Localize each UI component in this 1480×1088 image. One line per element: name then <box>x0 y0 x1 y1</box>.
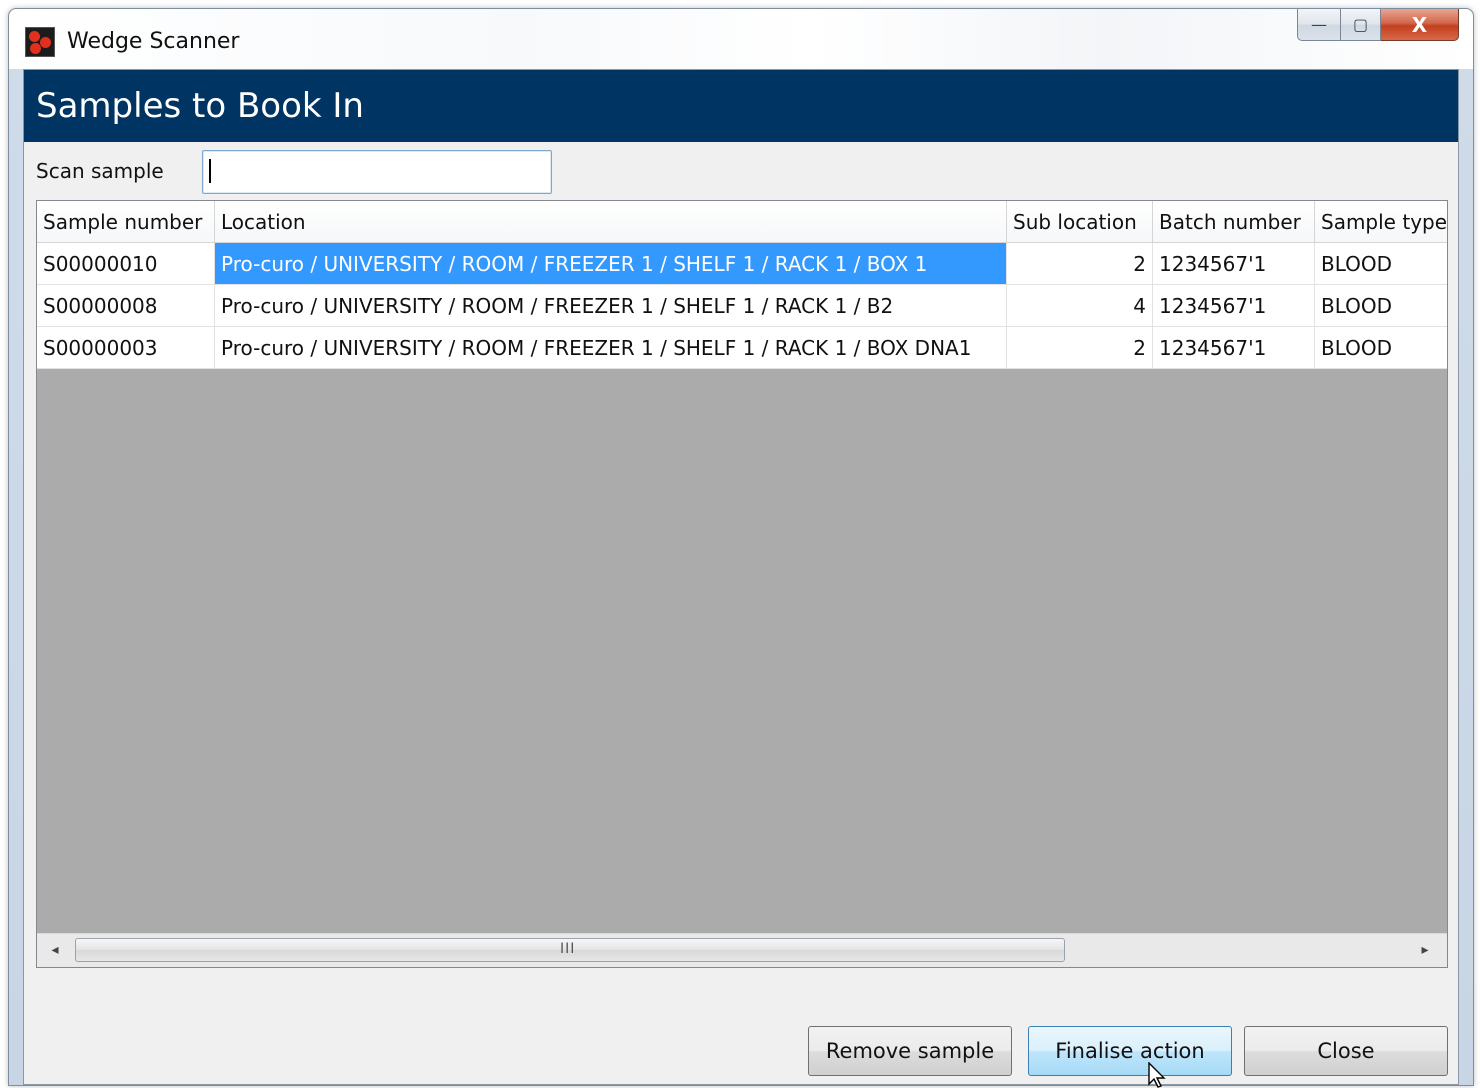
table-row[interactable]: S00000003 Pro-curo / UNIVERSITY / ROOM /… <box>37 327 1447 369</box>
title-bar[interactable]: Wedge Scanner — ▢ X <box>9 9 1473 69</box>
table-row[interactable]: S00000010 Pro-curo / UNIVERSITY / ROOM /… <box>37 243 1447 285</box>
cell-batch-number[interactable]: 1234567'1 <box>1153 327 1315 369</box>
column-header-batch-number[interactable]: Batch number <box>1153 201 1315 243</box>
table-body: S00000010 Pro-curo / UNIVERSITY / ROOM /… <box>37 243 1447 369</box>
cell-batch-number[interactable]: 1234567'1 <box>1153 285 1315 327</box>
scan-sample-input[interactable] <box>202 150 552 194</box>
header-band: Samples to Book In <box>24 70 1458 142</box>
close-button[interactable]: Close <box>1244 1026 1448 1076</box>
column-header-sub-location[interactable]: Sub location <box>1007 201 1153 243</box>
cell-batch-number[interactable]: 1234567'1 <box>1153 243 1315 285</box>
samples-table[interactable]: Sample number Location Sub location Batc… <box>36 200 1448 968</box>
dialog-content: Samples to Book In Scan sample Sample nu… <box>23 69 1459 1085</box>
cell-sample-type[interactable]: BLOOD <box>1315 285 1447 327</box>
cell-sample-type[interactable]: BLOOD <box>1315 327 1447 369</box>
horizontal-scrollbar[interactable]: ◂ III ▸ <box>37 933 1447 967</box>
scrollbar-thumb[interactable]: III <box>75 938 1065 962</box>
close-icon: X <box>1411 12 1428 37</box>
scroll-left-icon[interactable]: ◂ <box>45 940 65 960</box>
column-header-sample-type[interactable]: Sample type <box>1315 201 1447 243</box>
cell-sub-location[interactable]: 4 <box>1007 285 1153 327</box>
mouse-cursor-icon <box>1148 1062 1166 1088</box>
maximize-button[interactable]: ▢ <box>1341 9 1381 41</box>
app-icon <box>25 27 55 57</box>
table-header: Sample number Location Sub location Batc… <box>37 201 1447 243</box>
grip-icon: III <box>560 941 576 957</box>
scan-sample-label: Scan sample <box>36 159 164 183</box>
finalise-action-button[interactable]: Finalise action <box>1028 1026 1232 1076</box>
table-row[interactable]: S00000008 Pro-curo / UNIVERSITY / ROOM /… <box>37 285 1447 327</box>
window-controls: — ▢ X <box>1297 9 1459 49</box>
cell-sub-location[interactable]: 2 <box>1007 243 1153 285</box>
column-header-sample-number[interactable]: Sample number <box>37 201 215 243</box>
remove-sample-button[interactable]: Remove sample <box>808 1026 1012 1076</box>
text-caret <box>209 159 211 183</box>
cell-sample-number[interactable]: S00000008 <box>37 285 215 327</box>
cell-location[interactable]: Pro-curo / UNIVERSITY / ROOM / FREEZER 1… <box>215 327 1007 369</box>
column-header-location[interactable]: Location <box>215 201 1007 243</box>
minimize-icon: — <box>1311 15 1327 34</box>
page-title: Samples to Book In <box>36 86 364 126</box>
cell-sub-location[interactable]: 2 <box>1007 327 1153 369</box>
maximize-icon: ▢ <box>1352 15 1369 34</box>
cell-sample-number[interactable]: S00000010 <box>37 243 215 285</box>
cell-location[interactable]: Pro-curo / UNIVERSITY / ROOM / FREEZER 1… <box>215 243 1007 285</box>
scroll-right-icon[interactable]: ▸ <box>1415 940 1435 960</box>
close-window-button[interactable]: X <box>1381 9 1459 41</box>
app-window: Wedge Scanner — ▢ X Samples to Book In S… <box>8 8 1474 1086</box>
minimize-button[interactable]: — <box>1297 9 1341 41</box>
cell-sample-number[interactable]: S00000003 <box>37 327 215 369</box>
window-title: Wedge Scanner <box>67 29 240 54</box>
cell-sample-type[interactable]: BLOOD <box>1315 243 1447 285</box>
cell-location[interactable]: Pro-curo / UNIVERSITY / ROOM / FREEZER 1… <box>215 285 1007 327</box>
